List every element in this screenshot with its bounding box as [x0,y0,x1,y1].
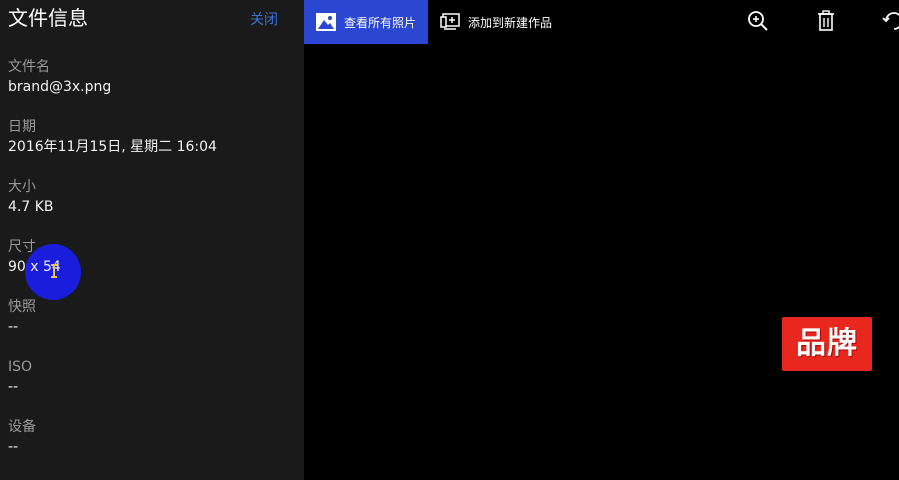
zoom-in-icon[interactable] [746,9,770,33]
snapshot-label: 快照 [8,299,36,315]
trash-icon[interactable] [814,9,838,33]
text-cursor-icon [51,264,57,278]
size-label: 大小 [8,179,36,195]
displayed-image: 品牌 [782,317,872,371]
rotate-icon[interactable] [882,9,899,33]
device-value: -- [8,439,19,455]
image-viewer: 品牌 [304,44,899,480]
photo-landscape-icon [316,13,336,31]
panel-title: 文件信息 [8,6,88,30]
view-all-photos-button[interactable]: 查看所有照片 [304,0,428,44]
filename-label: 文件名 [8,59,50,75]
add-to-creation-label: 添加到新建作品 [468,15,553,30]
dimensions-label: 尺寸 [8,239,36,255]
iso-value: -- [8,379,19,395]
device-label: 设备 [8,419,36,435]
date-value: 2016年11月15日, 星期二 16:04 [8,139,217,155]
filename-value: brand@3x.png [8,79,112,95]
iso-label: ISO [8,359,33,375]
viewer-toolbar: 查看所有照片 添加到新建作品 [304,0,899,44]
add-to-creation-button[interactable]: 添加到新建作品 [440,0,552,44]
add-to-creation-icon [440,13,460,30]
size-value: 4.7 KB [8,199,54,215]
image-text: 品牌 [796,326,858,361]
file-info-panel: 文件信息 关闭 文件名 brand@3x.png 日期 2016年11月15日,… [0,0,304,480]
close-button[interactable]: 关闭 [250,10,278,30]
date-label: 日期 [8,119,36,135]
view-all-photos-label: 查看所有照片 [344,15,417,30]
snapshot-value: -- [8,319,19,335]
photos-app-window: 文件信息 关闭 文件名 brand@3x.png 日期 2016年11月15日,… [0,0,899,480]
